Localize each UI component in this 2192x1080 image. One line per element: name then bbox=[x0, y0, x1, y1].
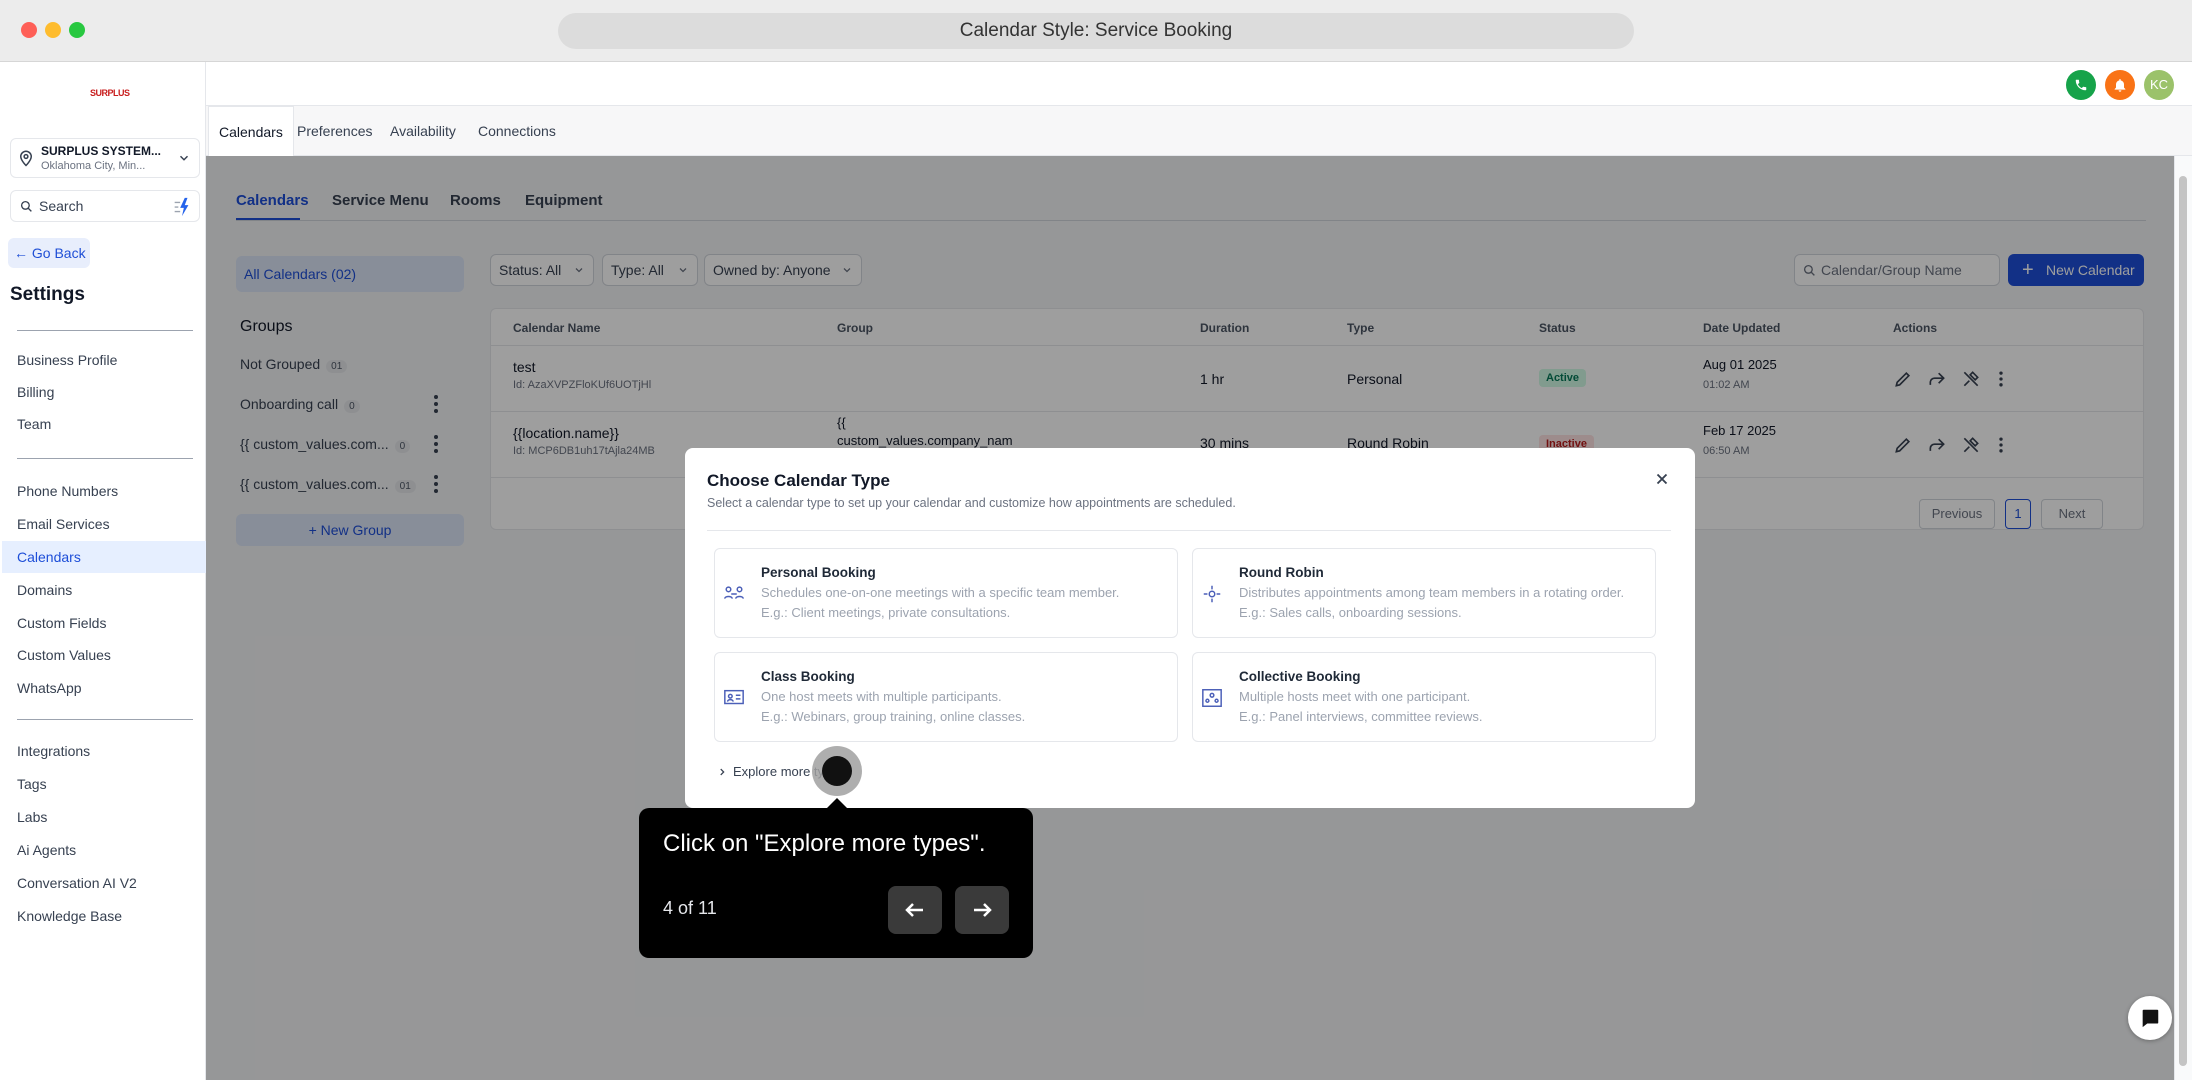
card-title: Round Robin bbox=[1239, 565, 1324, 580]
sidebar-item-whatsapp[interactable]: WhatsApp bbox=[2, 672, 206, 704]
search-placeholder: Search bbox=[39, 198, 84, 214]
location-switcher[interactable]: SURPLUS SYSTEM... Oklahoma City, Min... bbox=[10, 138, 200, 178]
sidebar-item-knowledge-base[interactable]: Knowledge Base bbox=[2, 900, 206, 932]
sidebar-item-phone-numbers[interactable]: Phone Numbers bbox=[2, 475, 206, 507]
phone-icon bbox=[2075, 79, 2087, 91]
card-example: E.g.: Client meetings, private consultat… bbox=[761, 605, 1011, 620]
minimize-window-button[interactable] bbox=[45, 22, 61, 38]
tutorial-hotspot[interactable] bbox=[812, 746, 862, 796]
sidebar-item-tags[interactable]: Tags bbox=[2, 768, 206, 800]
sidebar-item-email-services[interactable]: Email Services bbox=[2, 508, 206, 540]
arrow-right-icon bbox=[974, 903, 992, 917]
window-title[interactable]: Calendar Style: Service Booking bbox=[558, 13, 1634, 49]
calendar-type-collective[interactable]: Collective Booking Multiple hosts meet w… bbox=[1192, 652, 1656, 742]
phone-button[interactable] bbox=[2066, 70, 2096, 100]
card-description: Schedules one-on-one meetings with a spe… bbox=[761, 585, 1120, 600]
arrow-left-icon bbox=[905, 903, 923, 917]
user-avatar[interactable]: KC bbox=[2144, 70, 2174, 100]
company-logo[interactable]: SURPLUS bbox=[90, 88, 130, 102]
divider bbox=[707, 530, 1671, 531]
tutorial-tooltip: Click on "Explore more types". 4 of 11 bbox=[639, 798, 1033, 958]
sidebar-item-team[interactable]: Team bbox=[2, 408, 206, 440]
close-window-button[interactable] bbox=[21, 22, 37, 38]
location-name: SURPLUS SYSTEM... bbox=[41, 144, 162, 158]
quick-action-bolt-icon[interactable] bbox=[171, 196, 193, 218]
sidebar-item-custom-fields[interactable]: Custom Fields bbox=[2, 607, 206, 639]
sidebar-item-calendars[interactable]: Calendars bbox=[2, 541, 206, 573]
window-titlebar: Calendar Style: Service Booking bbox=[0, 0, 2192, 62]
card-title: Personal Booking bbox=[761, 565, 876, 580]
location-address: Oklahoma City, Min... bbox=[41, 160, 146, 172]
chat-bubble-icon bbox=[2142, 1009, 2159, 1028]
dialog-title: Choose Calendar Type bbox=[707, 471, 890, 490]
explore-more-types-link[interactable]: Explore more ty bbox=[717, 764, 824, 779]
divider bbox=[17, 458, 193, 459]
sidebar-item-domains[interactable]: Domains bbox=[2, 574, 206, 606]
sidebar-search[interactable]: Search bbox=[10, 190, 200, 222]
go-back-button[interactable]: ← Go Back bbox=[8, 238, 90, 268]
round-robin-icon bbox=[1203, 585, 1221, 603]
page-scrollbar[interactable] bbox=[2174, 156, 2192, 1080]
scrollbar-thumb[interactable] bbox=[2179, 176, 2187, 1066]
card-description: Distributes appointments among team memb… bbox=[1239, 585, 1625, 600]
tooltip-instruction: Click on "Explore more types". bbox=[663, 830, 986, 857]
card-description: One host meets with multiple participant… bbox=[761, 689, 1002, 704]
card-description: Multiple hosts meet with one participant… bbox=[1239, 689, 1471, 704]
sidebar-item-billing[interactable]: Billing bbox=[2, 376, 206, 408]
card-example: E.g.: Sales calls, onboarding sessions. bbox=[1239, 605, 1462, 620]
divider bbox=[17, 330, 193, 331]
close-icon[interactable] bbox=[1653, 470, 1671, 488]
explore-more-label: Explore more ty bbox=[733, 764, 825, 779]
tab-calendars[interactable]: Calendars bbox=[208, 106, 294, 156]
tab-preferences[interactable]: Preferences bbox=[287, 106, 382, 156]
sidebar-item-ai-agents[interactable]: Ai Agents bbox=[2, 834, 206, 866]
settings-tabs: Calendars Preferences Availability Conne… bbox=[206, 106, 2192, 156]
tab-connections[interactable]: Connections bbox=[468, 106, 566, 156]
sidebar-item-custom-values[interactable]: Custom Values bbox=[2, 639, 206, 671]
card-example: E.g.: Webinars, group training, online c… bbox=[761, 709, 1026, 724]
notifications-button[interactable] bbox=[2105, 70, 2135, 100]
personal-booking-icon bbox=[724, 586, 744, 599]
card-title: Collective Booking bbox=[1239, 669, 1361, 684]
search-icon bbox=[20, 200, 32, 212]
sidebar-item-labs[interactable]: Labs bbox=[2, 801, 206, 833]
collective-booking-icon bbox=[1202, 689, 1222, 707]
class-booking-icon bbox=[724, 689, 744, 705]
previous-step-button[interactable] bbox=[888, 886, 942, 934]
chat-widget-button[interactable] bbox=[2128, 996, 2172, 1040]
card-example: E.g.: Panel interviews, committee review… bbox=[1239, 709, 1483, 724]
hotspot-center bbox=[822, 756, 852, 786]
maximize-window-button[interactable] bbox=[69, 22, 85, 38]
location-pin-icon bbox=[19, 150, 33, 167]
calendar-type-class[interactable]: Class Booking One host meets with multip… bbox=[714, 652, 1178, 742]
tooltip-arrow bbox=[827, 798, 847, 808]
top-header: KC bbox=[206, 62, 2192, 106]
tooltip-step-counter: 4 of 11 bbox=[663, 898, 717, 918]
settings-sidebar: SURPLUS SURPLUS SYSTEM... Oklahoma City,… bbox=[2, 62, 206, 1080]
settings-title: Settings bbox=[10, 284, 85, 305]
tab-availability[interactable]: Availability bbox=[380, 106, 466, 156]
next-step-button[interactable] bbox=[955, 886, 1009, 934]
chevron-right-icon bbox=[720, 768, 725, 776]
go-back-label: Go Back bbox=[31, 245, 86, 261]
sidebar-item-integrations[interactable]: Integrations bbox=[2, 735, 206, 767]
sidebar-item-conversation-ai[interactable]: Conversation AI V2 bbox=[2, 867, 206, 899]
sidebar-item-business-profile[interactable]: Business Profile bbox=[2, 344, 206, 376]
chevron-down-icon bbox=[179, 155, 189, 161]
calendar-type-round-robin[interactable]: Round Robin Distributes appointments amo… bbox=[1192, 548, 1656, 638]
dialog-subtitle: Select a calendar type to set up your ca… bbox=[707, 496, 1236, 510]
bell-icon bbox=[2114, 79, 2126, 92]
card-title: Class Booking bbox=[761, 669, 855, 684]
divider bbox=[17, 719, 193, 720]
calendar-type-personal[interactable]: Personal Booking Schedules one-on-one me… bbox=[714, 548, 1178, 638]
